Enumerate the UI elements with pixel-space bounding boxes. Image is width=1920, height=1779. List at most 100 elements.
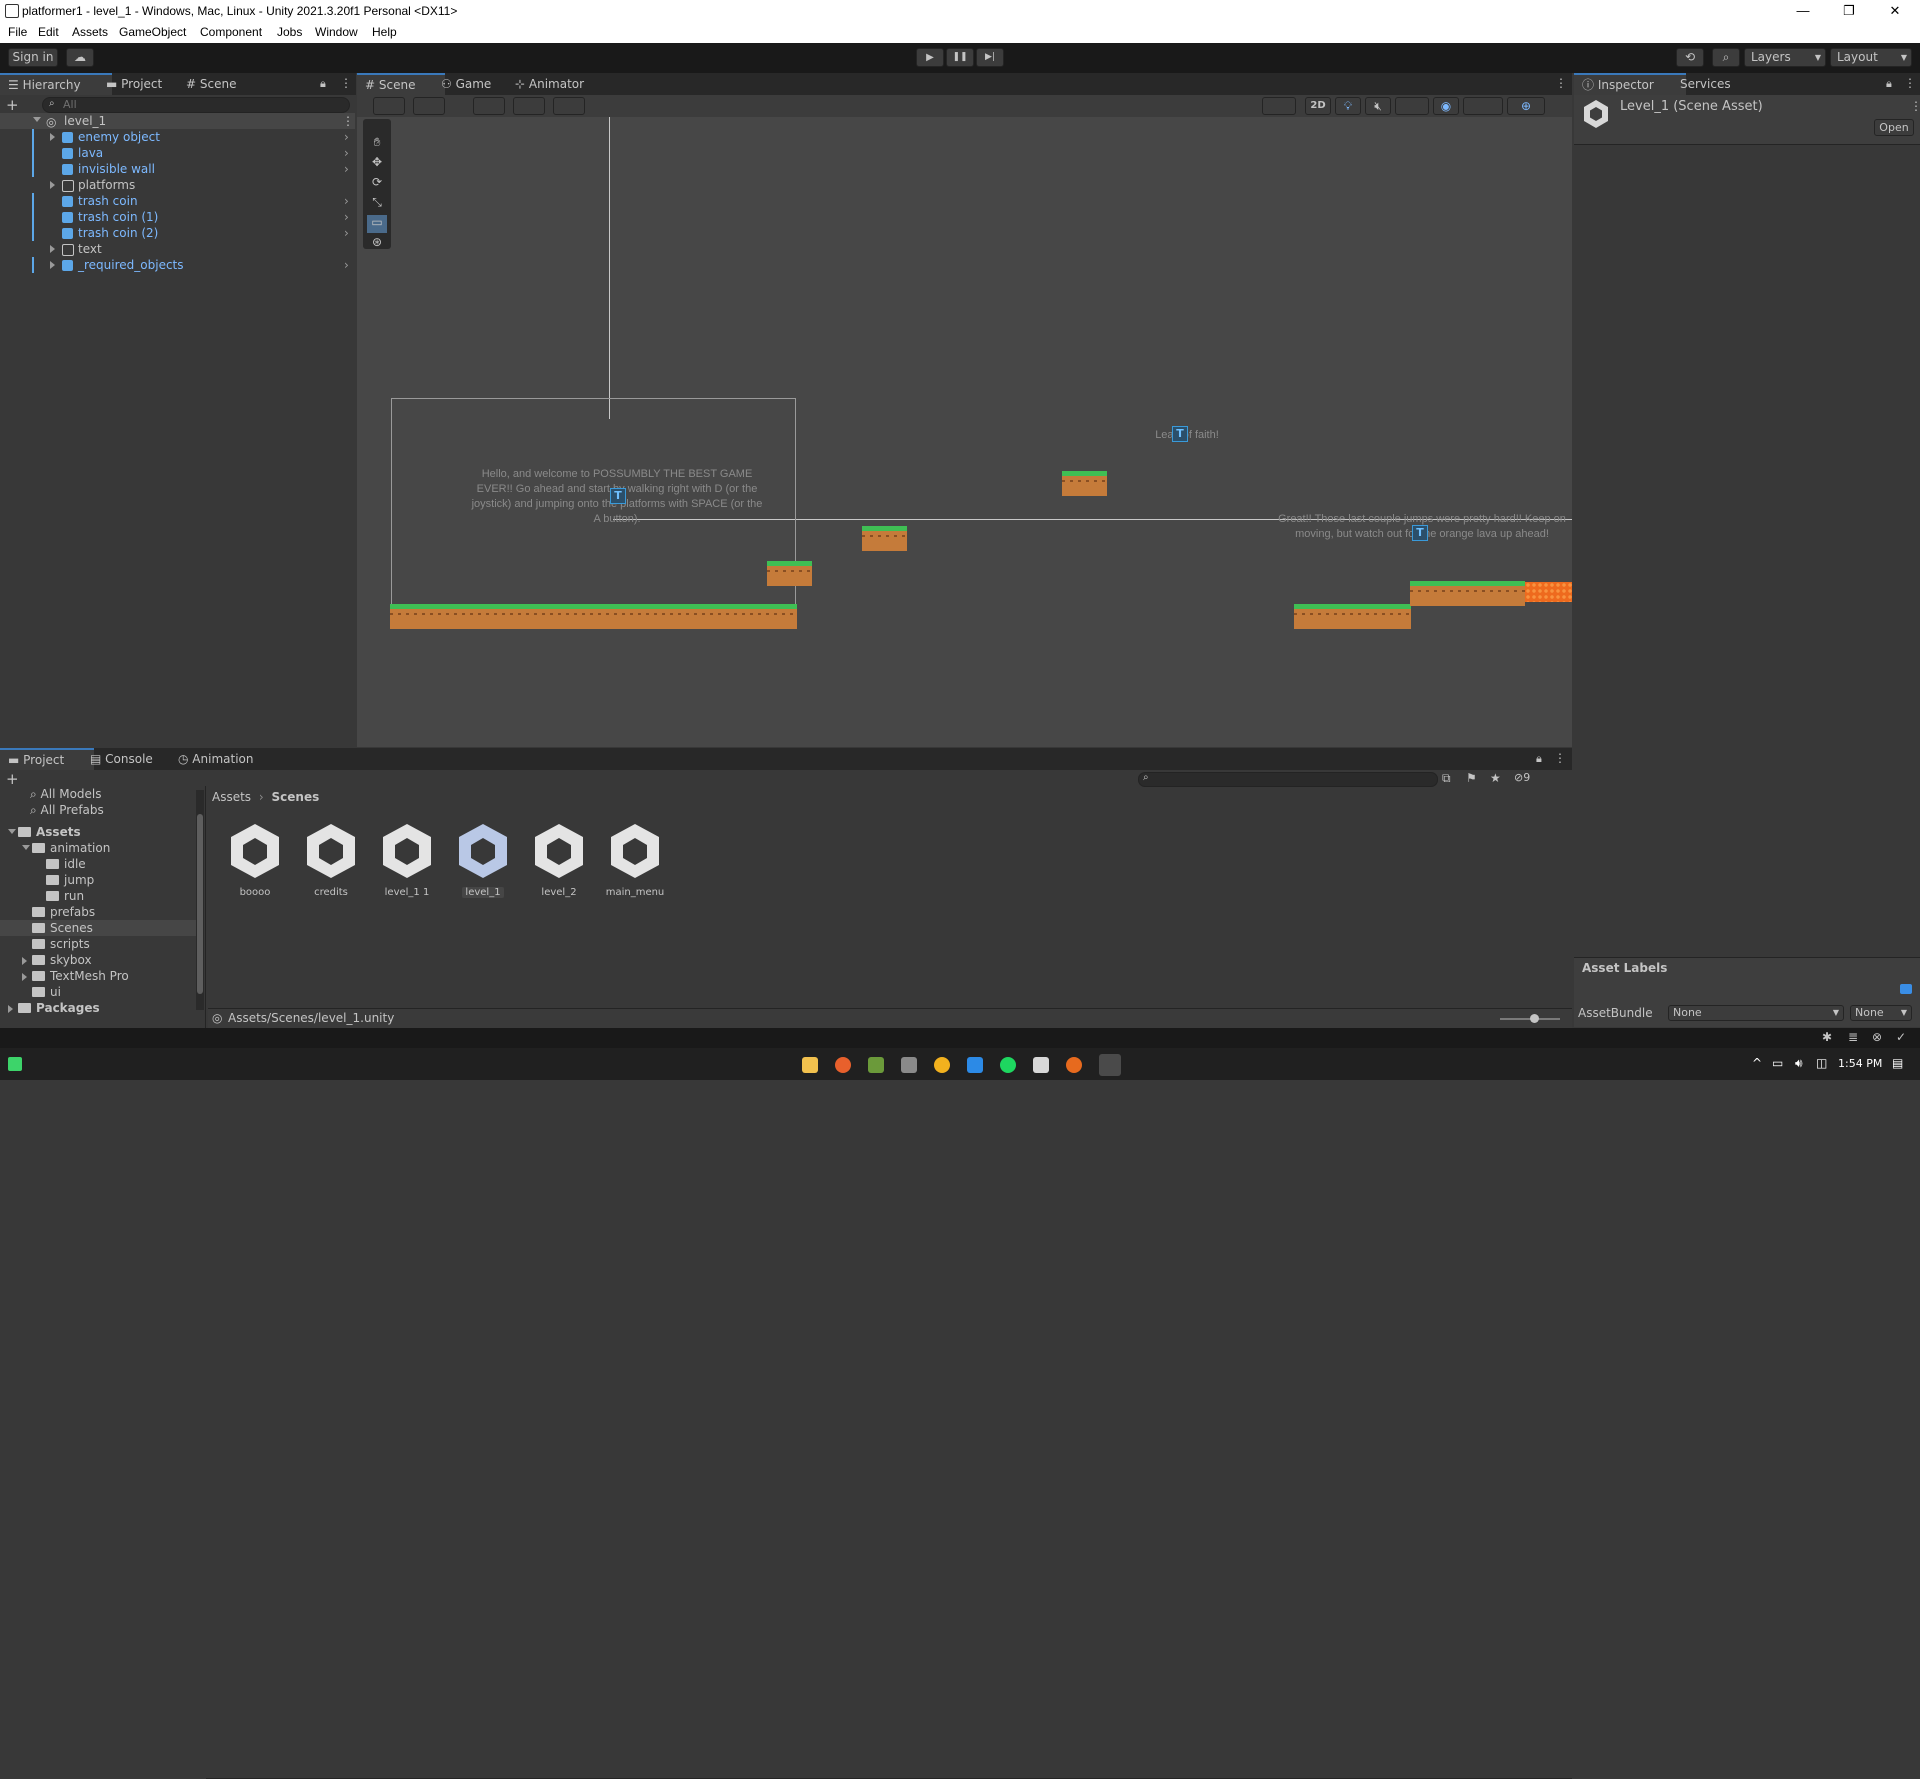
menu-window[interactable]: Window bbox=[315, 25, 358, 39]
filter-by-type-icon[interactable]: ⧉ bbox=[1442, 771, 1451, 786]
platform[interactable] bbox=[862, 526, 907, 551]
text-marker-icon[interactable]: T bbox=[610, 488, 626, 504]
maximize-button[interactable]: ❐ bbox=[1826, 0, 1872, 22]
platform[interactable] bbox=[1062, 471, 1107, 496]
filter-by-label-icon[interactable]: ⚑ bbox=[1466, 771, 1477, 785]
asset-tile[interactable]: level_1 1 bbox=[372, 822, 442, 898]
chevron-up-icon[interactable]: ^ bbox=[1752, 1056, 1762, 1070]
effects-dropdown[interactable] bbox=[1395, 97, 1429, 115]
text-marker-icon[interactable]: T bbox=[1172, 426, 1188, 442]
more-options-icon[interactable]: ⋮ bbox=[1904, 76, 1916, 90]
more-options-icon[interactable]: ⋮ bbox=[1555, 76, 1567, 90]
volume-icon[interactable]: 🔊︎ bbox=[1795, 1056, 1803, 1071]
project-tree-item[interactable]: TextMesh Pro bbox=[0, 968, 196, 984]
ruler-icon[interactable] bbox=[553, 97, 585, 115]
menu-jobs[interactable]: Jobs bbox=[277, 25, 302, 39]
menu-component[interactable]: Component bbox=[200, 25, 262, 39]
visibility-icon[interactable]: ◉ bbox=[1433, 97, 1459, 115]
expand-arrow-icon[interactable] bbox=[50, 181, 55, 189]
check-icon[interactable]: ✓ bbox=[1896, 1030, 1906, 1044]
network-status-icon[interactable]: ◫ bbox=[1816, 1056, 1827, 1070]
hierarchy-item[interactable]: trash coin (1) › bbox=[0, 209, 355, 225]
favorite-all-prefabs[interactable]: ⌕ All Prefabs bbox=[30, 802, 104, 818]
expand-arrow-icon[interactable] bbox=[50, 133, 55, 141]
lava-block[interactable] bbox=[1525, 582, 1572, 602]
scrollbar-thumb[interactable] bbox=[197, 814, 203, 994]
more-options-icon[interactable]: ⋮ bbox=[1554, 751, 1566, 765]
tab-animator[interactable]: ⊹ Animator bbox=[507, 73, 592, 95]
hierarchy-item[interactable]: text bbox=[0, 241, 355, 257]
chevron-right-icon[interactable]: › bbox=[344, 257, 349, 273]
menu-help[interactable]: Help bbox=[372, 25, 397, 39]
menu-file[interactable]: File bbox=[8, 25, 27, 39]
draw-mode-dropdown[interactable] bbox=[373, 97, 405, 115]
sign-in-button[interactable]: Sign in bbox=[8, 48, 58, 67]
lighting-icon[interactable]: 💡︎ bbox=[1335, 97, 1361, 115]
lock-icon[interactable]: 🔒︎ bbox=[1536, 752, 1542, 766]
pause-button[interactable]: ❚❚ bbox=[946, 48, 974, 67]
asset-tile[interactable]: level_2 bbox=[524, 822, 594, 898]
spotify-icon[interactable] bbox=[1000, 1057, 1016, 1073]
project-tree-item[interactable]: idle bbox=[0, 856, 196, 872]
app-icon[interactable] bbox=[934, 1057, 950, 1073]
camera-dropdown[interactable] bbox=[1463, 97, 1503, 115]
favorite-icon[interactable]: ★ bbox=[1490, 771, 1501, 785]
clock-time[interactable]: 1:54 PM bbox=[1838, 1057, 1882, 1070]
move-tool-icon[interactable]: ✥ bbox=[367, 155, 387, 173]
expand-arrow-icon[interactable] bbox=[50, 245, 55, 253]
hierarchy-item[interactable]: trash coin (2) › bbox=[0, 225, 355, 241]
asset-tile[interactable]: level_1 bbox=[448, 822, 518, 898]
expand-arrow-icon[interactable] bbox=[22, 957, 27, 965]
zoom-slider[interactable] bbox=[1500, 1014, 1560, 1023]
layers-dropdown[interactable]: Layers ▼ bbox=[1744, 48, 1826, 67]
bug-icon[interactable]: ✱ bbox=[1822, 1030, 1832, 1044]
gizmos-dropdown[interactable]: ⊕ bbox=[1507, 97, 1545, 115]
scale-tool-icon[interactable]: ⤡ bbox=[367, 195, 387, 213]
expand-arrow-icon[interactable] bbox=[22, 845, 30, 850]
rect-tool-icon[interactable]: ▭ bbox=[367, 215, 387, 233]
expand-arrow-icon[interactable] bbox=[8, 829, 16, 834]
project-tree-item[interactable]: ui bbox=[0, 984, 196, 1000]
more-options-icon[interactable]: ⋮ bbox=[1910, 99, 1920, 113]
tab-services[interactable]: Services bbox=[1672, 73, 1739, 95]
tree-scrollbar[interactable] bbox=[196, 790, 204, 1010]
expand-arrow-icon[interactable] bbox=[33, 117, 41, 122]
expand-arrow-icon[interactable] bbox=[50, 261, 55, 269]
step-button[interactable]: ▶| bbox=[976, 48, 1004, 67]
platform[interactable] bbox=[390, 604, 797, 629]
tab-console[interactable]: ▤ Console bbox=[82, 748, 161, 770]
tab-project[interactable]: ▬ Project bbox=[98, 73, 170, 95]
expand-arrow-icon[interactable] bbox=[8, 1005, 13, 1013]
project-tree-item[interactable]: prefabs bbox=[0, 904, 196, 920]
assetbundle-variant-dropdown[interactable]: None ▼ bbox=[1850, 1005, 1912, 1021]
file-explorer-icon[interactable] bbox=[802, 1057, 818, 1073]
transform-tool-icon[interactable]: ⊛ bbox=[367, 235, 387, 249]
grid-icon[interactable] bbox=[513, 97, 545, 115]
rotate-tool-icon[interactable]: ⟳ bbox=[367, 175, 387, 193]
asset-tile[interactable]: credits bbox=[296, 822, 366, 898]
audio-icon[interactable]: 🔇︎ bbox=[1365, 97, 1391, 115]
windows-start-icon[interactable] bbox=[8, 1057, 22, 1071]
project-tree-item[interactable]: scripts bbox=[0, 936, 196, 952]
project-tree-item[interactable]: Scenes bbox=[0, 920, 196, 936]
chevron-right-icon[interactable]: › bbox=[344, 225, 349, 241]
chevron-right-icon[interactable]: › bbox=[344, 161, 349, 177]
search-icon[interactable]: ⌕ bbox=[1712, 48, 1740, 67]
chevron-right-icon[interactable]: › bbox=[344, 145, 349, 161]
breadcrumb-scenes[interactable]: Scenes bbox=[272, 790, 320, 804]
tab-scene-view[interactable]: # Scene bbox=[357, 73, 445, 97]
project-search-input[interactable]: ⌕ bbox=[1138, 772, 1438, 787]
toggle-2d-button[interactable]: 2D bbox=[1305, 97, 1331, 115]
tab-animation[interactable]: ◷ Animation bbox=[170, 748, 261, 770]
chevron-right-icon[interactable]: › bbox=[344, 129, 349, 145]
breadcrumb-assets[interactable]: Assets bbox=[212, 790, 251, 804]
shading-dropdown[interactable] bbox=[1262, 97, 1296, 115]
chevron-right-icon[interactable]: › bbox=[344, 209, 349, 225]
database-icon[interactable]: ≣ bbox=[1848, 1030, 1858, 1044]
hierarchy-item[interactable]: lava › bbox=[0, 145, 355, 161]
more-options-icon[interactable]: ⋮ bbox=[342, 113, 354, 129]
tab-game[interactable]: ⚇ Game bbox=[433, 73, 499, 95]
text-marker-icon[interactable]: T bbox=[1412, 525, 1428, 541]
menu-edit[interactable]: Edit bbox=[38, 25, 59, 39]
assetbundle-dropdown[interactable]: None ▼ bbox=[1668, 1005, 1844, 1021]
